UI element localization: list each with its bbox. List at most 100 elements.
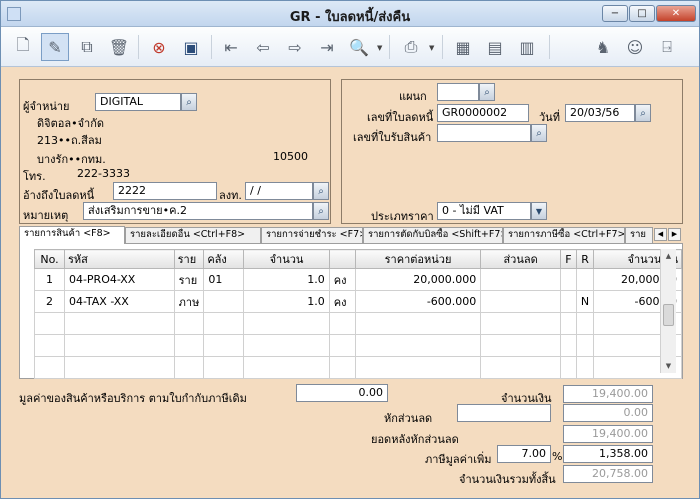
close-button[interactable]: ✕ bbox=[656, 5, 696, 22]
payment-icon[interactable]: ▥ bbox=[513, 33, 541, 61]
tab-purchase-bill-offset[interactable]: รายการตัดกับบิลซื้อ <Shift+F7> bbox=[363, 227, 503, 243]
column-header[interactable]: No. bbox=[34, 249, 65, 269]
toolbar-separator bbox=[442, 35, 443, 59]
table-cell[interactable]: 2 bbox=[34, 290, 65, 313]
column-header[interactable]: R bbox=[575, 249, 595, 269]
supplier-lookup-search-icon[interactable]: ⌕ bbox=[181, 93, 197, 111]
doc-number-input[interactable]: GR0000002 bbox=[437, 104, 529, 122]
table-cell[interactable] bbox=[480, 268, 561, 291]
reference-lookup-search-icon[interactable]: ⌕ bbox=[313, 182, 329, 200]
print-icon[interactable]: ⎙ bbox=[397, 33, 425, 61]
chevron-down-icon[interactable]: ▼ bbox=[429, 44, 434, 52]
new-document-icon[interactable]: 🗋 bbox=[9, 33, 37, 61]
grand-total-label: จำนวนเงินรวมทั้งสิ้น bbox=[459, 473, 556, 486]
table-cell[interactable]: N bbox=[575, 290, 595, 313]
receipt-number-input[interactable] bbox=[437, 124, 531, 142]
save-icon[interactable]: ▣ bbox=[177, 33, 205, 61]
search-document-icon[interactable]: 🔍 bbox=[345, 33, 373, 61]
table-cell[interactable] bbox=[203, 290, 245, 313]
grid-vertical-scrollbar[interactable]: ▲ ▼ bbox=[660, 249, 676, 373]
table-row[interactable]: 1 04-PRO4-XX ราย 01 1.0 คง 20,000.000 20… bbox=[34, 268, 682, 291]
table-cell[interactable] bbox=[559, 290, 577, 313]
cash-register-icon[interactable]: ▤ bbox=[481, 33, 509, 61]
copy-document-icon[interactable]: ⧉ bbox=[73, 33, 101, 61]
table-row[interactable] bbox=[34, 312, 682, 335]
scrollbar-thumb[interactable] bbox=[663, 304, 674, 326]
column-header[interactable]: คลัง bbox=[203, 249, 245, 269]
approve-icon[interactable]: ♞ bbox=[589, 33, 617, 61]
table-cell[interactable]: 20,000.000 bbox=[354, 268, 482, 291]
last-record-icon[interactable]: ⇥ bbox=[313, 33, 341, 61]
table-cell[interactable]: 1.0 bbox=[243, 268, 330, 291]
supplier-address-line2: บางรัก••กทม. bbox=[37, 153, 106, 166]
previous-record-icon[interactable]: ⇦ bbox=[249, 33, 277, 61]
doc-number-label: เลขที่ใบลดหนี้ bbox=[367, 111, 434, 124]
minimize-button[interactable]: − bbox=[602, 5, 628, 22]
column-header[interactable]: ส่วนลด bbox=[480, 249, 561, 269]
department-input[interactable] bbox=[437, 83, 479, 101]
reference-date-input[interactable]: / / bbox=[245, 182, 313, 200]
tab-items[interactable]: รายการสินค้า <F8> bbox=[19, 226, 125, 244]
column-header[interactable] bbox=[328, 249, 356, 269]
department-lookup-search-icon[interactable]: ⌕ bbox=[479, 83, 495, 101]
maximize-button[interactable]: □ bbox=[629, 5, 655, 22]
table-cell[interactable]: 04-TAX -XX bbox=[63, 290, 175, 313]
note-input[interactable]: ส่งเสริมการขาย•ค.2 bbox=[83, 202, 313, 220]
chevron-down-icon[interactable]: ▼ bbox=[377, 44, 382, 52]
date-input[interactable]: 20/03/56 bbox=[565, 104, 635, 122]
table-row[interactable] bbox=[34, 356, 682, 379]
price-type-select[interactable]: 0 - ไม่มี VAT bbox=[437, 202, 531, 220]
table-cell[interactable] bbox=[559, 268, 577, 291]
table-cell[interactable]: 01 bbox=[203, 268, 245, 291]
vat-amount-input[interactable]: 1,358.00 bbox=[563, 445, 653, 463]
scroll-down-icon[interactable]: ▼ bbox=[661, 359, 676, 373]
reference-input[interactable]: 2222 bbox=[113, 182, 217, 200]
cancel-icon[interactable]: ⊗ bbox=[145, 33, 173, 61]
tab-payments[interactable]: รายการจ่ายชำระ <F7> bbox=[261, 227, 363, 243]
table-row[interactable]: 2 04-TAX -XX ภาษ 1.0 คง -600.000 N -600.… bbox=[34, 290, 682, 313]
table-cell[interactable]: คง bbox=[328, 268, 356, 291]
table-cell[interactable]: 1 bbox=[34, 268, 65, 291]
column-header[interactable]: รหัส bbox=[63, 249, 175, 269]
grand-total-value: 20,758.00 bbox=[563, 465, 653, 483]
table-cell[interactable]: -600.000 bbox=[354, 290, 482, 313]
discount-label: หักส่วนลด bbox=[384, 412, 433, 425]
delete-bin-icon[interactable]: 🗑 bbox=[105, 33, 133, 61]
table-cell[interactable]: ภาษ bbox=[173, 290, 205, 313]
window-title: GR - ใบลดหนี้/ส่งคืน bbox=[289, 10, 411, 25]
exit-icon[interactable]: ⍈ bbox=[653, 33, 681, 61]
table-cell[interactable]: ราย bbox=[173, 268, 205, 291]
ok-icon[interactable]: ☺ bbox=[621, 33, 649, 61]
note-lookup-search-icon[interactable]: ⌕ bbox=[313, 202, 329, 220]
title-bar: GR - ใบลดหนี้/ส่งคืน − □ ✕ bbox=[1, 1, 699, 27]
vat-rate-input[interactable]: 7.00 bbox=[497, 445, 551, 463]
receipt-lookup-search-icon[interactable]: ⌕ bbox=[531, 124, 547, 142]
scroll-up-icon[interactable]: ▲ bbox=[661, 249, 676, 263]
tab-scroll-left-icon[interactable]: ◀ bbox=[654, 228, 667, 241]
edit-document-icon[interactable]: ✎ bbox=[41, 33, 69, 61]
discount-value: 0.00 bbox=[563, 404, 653, 422]
tab-purchase-tax[interactable]: รายการภาษีซื้อ <Ctrl+F7> bbox=[503, 227, 625, 243]
table-cell[interactable]: 04-PRO4-XX bbox=[63, 268, 175, 291]
column-header[interactable]: F bbox=[559, 249, 577, 269]
discount-input[interactable] bbox=[457, 404, 551, 422]
next-record-icon[interactable]: ⇨ bbox=[281, 33, 309, 61]
table-cell[interactable] bbox=[480, 290, 561, 313]
column-header[interactable]: ราคาต่อหน่วย bbox=[354, 249, 482, 269]
table-row[interactable] bbox=[34, 334, 682, 357]
tab-more[interactable]: ราย bbox=[625, 227, 653, 243]
first-record-icon[interactable]: ⇤ bbox=[217, 33, 245, 61]
vat-label: ภาษีมูลค่าเพิ่ม bbox=[425, 453, 492, 466]
table-cell[interactable]: คง bbox=[328, 290, 356, 313]
calculator-icon[interactable]: ▦ bbox=[449, 33, 477, 61]
supplier-code-input[interactable]: DIGITAL bbox=[95, 93, 181, 111]
tab-other-details[interactable]: รายละเอียดอื่น <Ctrl+F8> bbox=[125, 227, 261, 243]
date-lookup-search-icon[interactable]: ⌕ bbox=[635, 104, 651, 122]
table-cell[interactable] bbox=[575, 268, 595, 291]
column-header[interactable]: จำนวน bbox=[243, 249, 330, 269]
tab-scroll-right-icon[interactable]: ▶ bbox=[668, 228, 681, 241]
goods-value-input[interactable]: 0.00 bbox=[296, 384, 388, 402]
table-cell[interactable]: 1.0 bbox=[243, 290, 330, 313]
column-header[interactable]: ราย bbox=[173, 249, 205, 269]
chevron-down-icon[interactable]: ▼ bbox=[531, 202, 547, 220]
